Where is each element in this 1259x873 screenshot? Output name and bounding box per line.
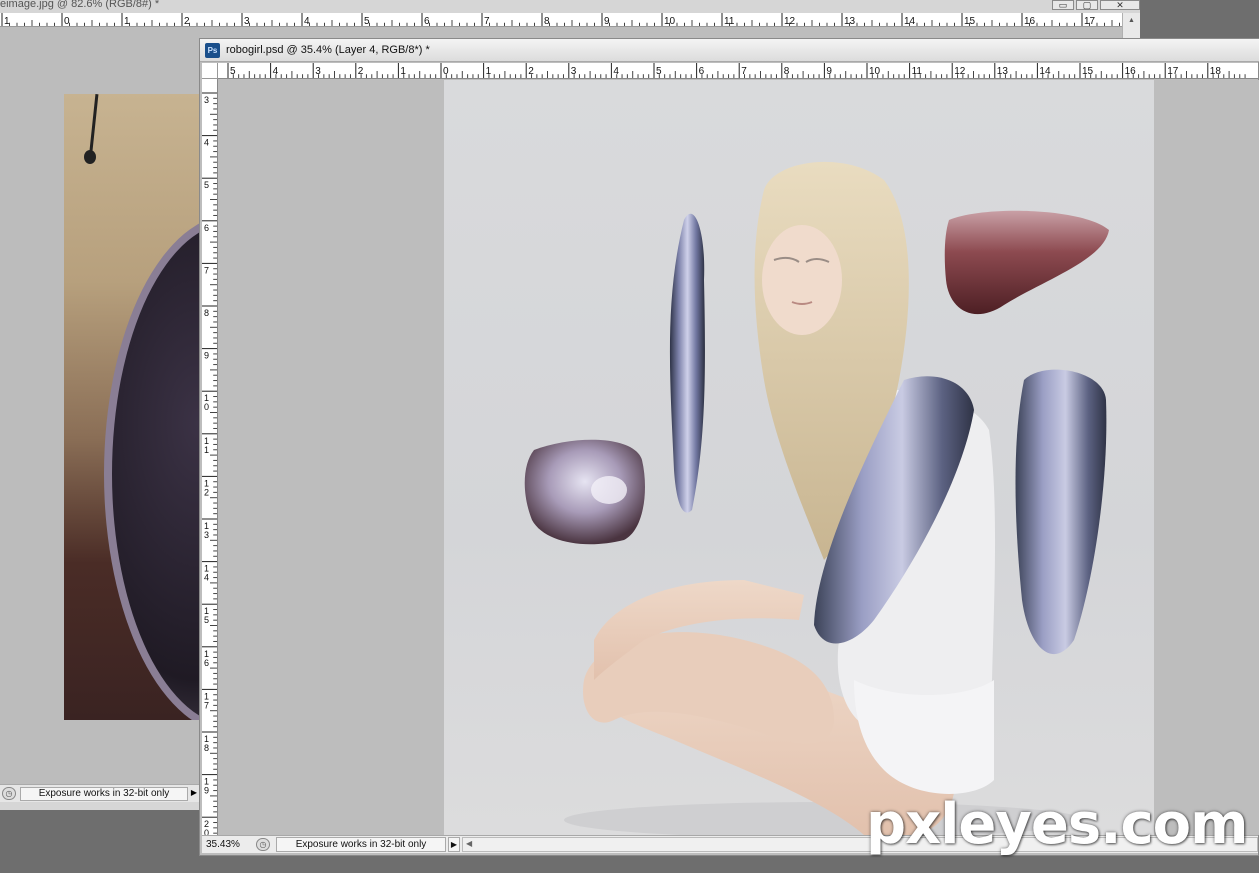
- ruler-label: 7: [741, 66, 747, 77]
- zoom-level[interactable]: 35.43%: [206, 839, 240, 850]
- ruler-label: 1: [124, 16, 130, 27]
- watermark-logo: pxleyes.com: [866, 792, 1248, 857]
- car-reference-photo: [64, 94, 200, 720]
- front-status-message[interactable]: Exposure works in 32-bit only: [276, 837, 446, 852]
- ruler-label: 11: [724, 16, 735, 27]
- status-menu-arrow-icon[interactable]: ▶: [189, 787, 199, 801]
- robogirl-artwork[interactable]: [444, 80, 1154, 835]
- front-document-window[interactable]: Ps robogirl.psd @ 35.4% (Layer 4, RGB/8*…: [199, 38, 1259, 856]
- ruler-label: 12: [954, 66, 966, 77]
- ruler-label: 18: [1210, 66, 1222, 77]
- ruler-label: 0: [443, 66, 449, 77]
- ruler-label: 16: [1024, 16, 1036, 27]
- minimize-button[interactable]: ▭: [1052, 0, 1074, 10]
- front-vertical-ruler[interactable]: 34567891011121314151617181920: [202, 79, 218, 835]
- back-status-message[interactable]: Exposure works in 32-bit only: [20, 787, 188, 801]
- ruler-label: 4: [613, 66, 619, 77]
- ruler-label: 3: [204, 530, 209, 540]
- ruler-label: 15: [1082, 66, 1094, 77]
- front-window-title: robogirl.psd @ 35.4% (Layer 4, RGB/8*) *: [226, 44, 430, 56]
- back-window-title: eimage.jpg @ 82.6% (RGB/8#) *: [0, 0, 160, 10]
- status-menu-arrow-icon[interactable]: ▶: [448, 837, 460, 852]
- scroll-up-icon[interactable]: ▲: [1128, 17, 1135, 24]
- back-status-bar: ◷ Exposure works in 32-bit only ▶: [0, 784, 200, 802]
- ruler-label: 9: [826, 66, 832, 77]
- ruler-label: 0: [204, 828, 209, 835]
- ruler-label: 5: [204, 180, 209, 190]
- scroll-left-icon[interactable]: ◀: [466, 839, 472, 848]
- car-fender: [104, 214, 200, 720]
- ruler-label: 5: [204, 615, 209, 625]
- ruler-label: 6: [204, 658, 209, 668]
- ruler-label: 2: [528, 66, 534, 77]
- ruler-label: 8: [204, 308, 209, 318]
- ruler-label: 6: [699, 66, 705, 77]
- ruler-label: 4: [204, 138, 209, 148]
- ruler-label: 11: [912, 66, 923, 77]
- ruler-label: 4: [273, 66, 279, 77]
- ruler-label: 3: [315, 66, 321, 77]
- ruler-label: 13: [844, 16, 856, 27]
- front-window-titlebar[interactable]: Ps robogirl.psd @ 35.4% (Layer 4, RGB/8*…: [200, 39, 1259, 62]
- ruler-label: 4: [204, 573, 209, 583]
- maximize-button[interactable]: ▢: [1076, 0, 1098, 10]
- ruler-label: 5: [656, 66, 662, 77]
- ruler-origin-corner[interactable]: [202, 63, 218, 79]
- close-button[interactable]: ✕: [1100, 0, 1140, 10]
- ruler-label: 8: [204, 743, 209, 753]
- ruler-label: 17: [1084, 16, 1096, 27]
- ruler-label: 15: [964, 16, 976, 27]
- ruler-label: 6: [204, 223, 209, 233]
- ruler-label: 13: [997, 66, 1009, 77]
- ruler-label: 0: [64, 16, 70, 27]
- ruler-label: 14: [1039, 66, 1051, 77]
- ruler-label: 2: [358, 66, 364, 77]
- ruler-label: 1: [204, 445, 209, 455]
- ruler-label: 0: [204, 402, 209, 412]
- ruler-label: 3: [204, 95, 209, 105]
- status-info-icon[interactable]: ◷: [256, 838, 270, 851]
- ruler-label: 5: [230, 66, 236, 77]
- ruler-label: 8: [784, 66, 790, 77]
- ruler-label: 8: [544, 16, 550, 27]
- back-horizontal-ruler[interactable]: 1 0 1 2 3 4 5 6 7 8 9 10 11 12 13 14 15 16 17: [0, 13, 1122, 27]
- ruler-label: 3: [571, 66, 577, 77]
- ruler-label: 1: [400, 66, 406, 77]
- ruler-label: 5: [364, 16, 370, 27]
- front-canvas-area[interactable]: [219, 80, 1259, 835]
- ruler-label: 17: [1167, 66, 1179, 77]
- ruler-label: 1: [486, 66, 492, 77]
- ruler-label: 9: [204, 351, 209, 361]
- ruler-label: 2: [204, 487, 209, 497]
- ruler-label: 16: [1125, 66, 1137, 77]
- ruler-label: 10: [869, 66, 881, 77]
- status-info-icon[interactable]: ◷: [2, 787, 16, 800]
- ruler-label: 2: [184, 16, 190, 27]
- ruler-label: 9: [204, 786, 209, 796]
- ruler-label: 12: [784, 16, 796, 27]
- ruler-label: 6: [424, 16, 430, 27]
- back-window-titlebar[interactable]: eimage.jpg @ 82.6% (RGB/8#) * ▭ ▢ ✕: [0, 0, 1140, 13]
- ruler-label: 4: [304, 16, 310, 27]
- ruler-label: 9: [604, 16, 610, 27]
- artwork-illustration: [524, 161, 1109, 835]
- photoshop-icon: Ps: [205, 43, 220, 58]
- ruler-label: 7: [204, 700, 209, 710]
- ruler-label: 7: [484, 16, 490, 27]
- ruler-label: 14: [904, 16, 916, 27]
- ruler-label: 7: [204, 265, 209, 275]
- ruler-label: 1: [4, 16, 10, 27]
- front-horizontal-ruler[interactable]: 5 4 3 2 1 0 1 2 3 4 5 6 7 8 9 10 11 12 13 14 15 16 17 18: [218, 63, 1258, 79]
- ruler-label: 10: [664, 16, 676, 27]
- ruler-label: 3: [244, 16, 250, 27]
